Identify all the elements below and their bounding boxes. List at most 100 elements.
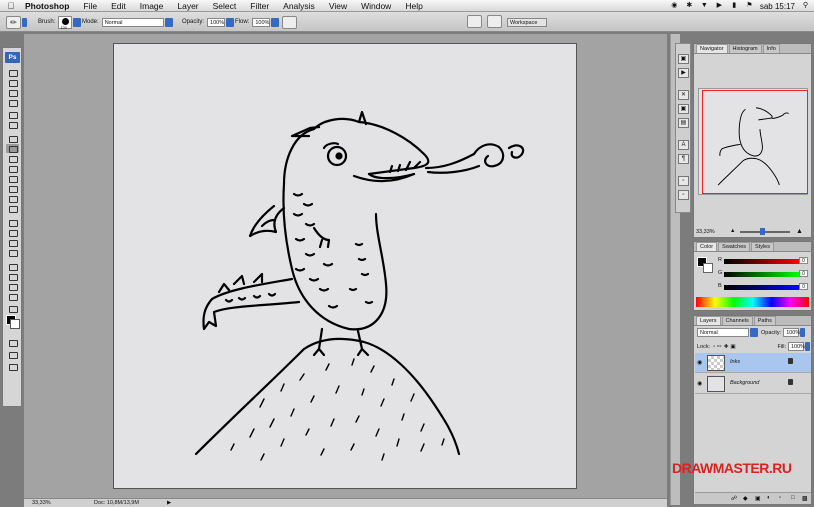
lasso-tool-icon[interactable] [6,88,19,97]
tool-preset-picker[interactable]: ✏ [6,15,27,29]
canvas[interactable] [113,43,577,489]
clone-stamp-tool-icon[interactable] [6,154,19,163]
link-layers-icon[interactable]: ☍ [731,495,737,502]
color-r-slider[interactable] [724,259,799,264]
color-r-value[interactable]: 0 [799,257,808,264]
navigator-view-box[interactable] [702,90,808,194]
menu-filter[interactable]: Filter [243,1,276,11]
new-group-icon[interactable]: ▫ [779,495,781,501]
quick-mask-icon[interactable] [6,338,19,347]
menu-view[interactable]: View [322,1,354,11]
tab-layers[interactable]: Layers [696,316,721,325]
color-spectrum-ramp[interactable] [696,297,809,307]
delete-layer-icon[interactable]: ▩ [802,495,808,502]
hand-tool-icon[interactable] [6,282,19,291]
brush-tool-icon[interactable] [6,144,19,153]
slice-tool-icon[interactable] [6,120,19,129]
tab-channels[interactable]: Channels [721,316,753,325]
tab-histogram[interactable]: Histogram [728,44,762,53]
paragraph-palette-icon[interactable]: ¶ [678,154,689,164]
new-layer-icon[interactable]: □ [791,495,795,501]
gradient-tool-icon[interactable] [6,184,19,193]
volume-icon[interactable]: ▶ [715,2,724,10]
crop-tool-icon[interactable] [6,110,19,119]
path-selection-tool-icon[interactable] [6,238,19,247]
menu-file[interactable]: File [76,1,104,11]
history-palette-icon[interactable]: ✕ [678,90,689,100]
pen-tool-icon[interactable] [6,218,19,227]
menubar-clock[interactable]: sab 15:17 [760,2,795,11]
swatches-palette-icon[interactable]: ▫ [678,190,689,200]
zoom-slider-thumb[interactable] [760,228,765,235]
layer-name[interactable]: Background [730,380,759,386]
menu-help[interactable]: Help [398,1,429,11]
move-tool-icon[interactable] [6,68,19,77]
mode-select[interactable]: Normal [101,17,164,27]
jump-to-imageready-icon[interactable] [6,362,19,371]
wifi-icon[interactable]: ▼ [700,2,709,10]
color-g-slider[interactable] [724,272,799,277]
brushes-palette-icon[interactable]: ▣ [678,54,689,64]
flow-input[interactable]: 100% [252,17,271,27]
flag-icon[interactable]: ⚑ [745,2,754,10]
zoom-in-icon[interactable]: ▲ [796,228,803,235]
shape-tool-icon[interactable] [6,248,19,257]
navigator-preview[interactable] [698,88,808,195]
info-palette-icon[interactable]: ▫ [678,176,689,186]
adobe-updater-icon[interactable]: ◉ [670,2,679,10]
tab-styles[interactable]: Styles [751,242,774,251]
color-b-slider[interactable] [724,285,799,290]
marquee-tool-icon[interactable] [6,78,19,87]
eyedropper-tool-icon[interactable] [6,272,19,281]
layer-visibility-eye-icon[interactable]: ◉ [697,359,702,366]
status-zoom[interactable]: 33,33% [32,500,51,506]
menu-image[interactable]: Image [133,1,171,11]
navigator-zoom-value[interactable]: 33,33% [696,229,715,235]
history-brush-tool-icon[interactable] [6,164,19,173]
apple-icon[interactable]:  [0,1,22,11]
tool-preset-arrow-icon[interactable] [22,17,27,27]
bluetooth-icon[interactable]: ✱ [685,2,694,10]
tab-color[interactable]: Color [696,242,718,251]
magic-wand-tool-icon[interactable] [6,98,19,107]
layer-mask-icon[interactable]: ▣ [755,495,761,502]
menu-window[interactable]: Window [354,1,398,11]
layer-name[interactable]: Inks [730,359,740,365]
type-tool-icon[interactable] [6,228,19,237]
tab-navigator[interactable]: Navigator [696,44,728,53]
airbrush-toggle-icon[interactable] [282,15,298,29]
adjustment-layer-icon[interactable]: ◐ [767,495,771,501]
opacity-arrow-icon[interactable] [226,17,235,27]
zoom-slider-track[interactable] [740,231,790,233]
workspace-select[interactable]: Workspace [507,17,547,27]
blur-tool-icon[interactable] [6,194,19,203]
color-b-value[interactable]: 0 [799,283,808,290]
actions-palette-icon[interactable]: ▣ [678,104,689,114]
menu-layer[interactable]: Layer [170,1,205,11]
menu-edit[interactable]: Edit [104,1,133,11]
eraser-tool-icon[interactable] [6,174,19,183]
lock-pixels-icon[interactable]: ✏ [717,344,722,350]
menu-app-photoshop[interactable]: Photoshop [22,1,76,11]
spotlight-search-icon[interactable]: ⚲ [801,2,810,10]
workspace-icon[interactable] [487,15,502,28]
lock-transparency-icon[interactable]: ▫ [713,344,715,350]
screen-mode-icon[interactable] [6,350,19,359]
layer-row-background[interactable]: ◉ Background [695,374,811,394]
dodge-tool-icon[interactable] [6,204,19,213]
notes-tool-icon[interactable] [6,262,19,271]
mode-select-arrow-icon[interactable] [164,17,173,27]
default-colors-icon[interactable] [6,304,19,313]
ps-logo[interactable]: Ps [5,52,20,63]
brush-preview[interactable]: 100 [58,15,73,30]
healing-brush-tool-icon[interactable] [6,134,19,143]
tool-presets-palette-icon[interactable]: ▶ [678,68,689,78]
tab-info[interactable]: Info [762,44,780,53]
layer-blend-mode-arrow-icon[interactable] [750,328,758,337]
brush-picker-arrow-icon[interactable] [73,17,82,27]
color-background-swatch[interactable] [703,263,713,273]
layer-style-icon[interactable]: ◆ [743,495,748,502]
layer-opacity-arrow-icon[interactable] [800,328,806,337]
menu-select[interactable]: Select [206,1,244,11]
flow-arrow-icon[interactable] [271,17,280,27]
